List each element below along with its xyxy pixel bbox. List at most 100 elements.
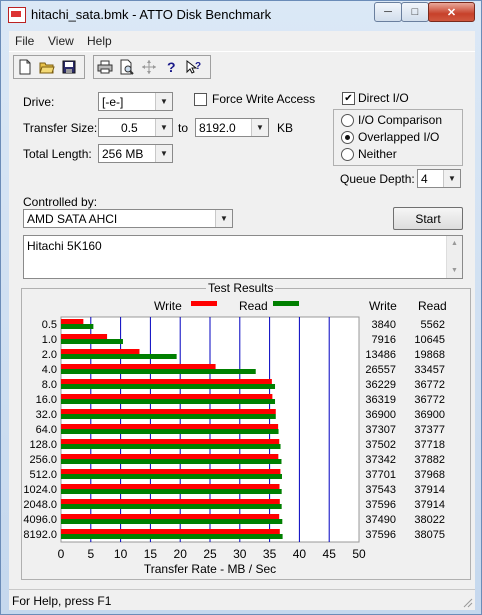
- read-bar: [61, 384, 276, 389]
- scroll-down-icon[interactable]: ▼: [447, 263, 462, 278]
- read-value: 19868: [414, 349, 445, 361]
- x-tick-label: 10: [114, 547, 128, 561]
- read-column-header: Read: [418, 299, 447, 313]
- x-tick-label: 25: [203, 547, 217, 561]
- legend-read-label: Read: [239, 299, 268, 313]
- write-bar: [61, 424, 279, 429]
- read-value: 36900: [414, 409, 445, 421]
- chevron-down-icon[interactable]: ▼: [155, 145, 172, 162]
- chevron-down-icon[interactable]: ▼: [251, 119, 268, 136]
- move-button[interactable]: [138, 56, 160, 78]
- chevron-down-icon[interactable]: ▼: [155, 119, 172, 136]
- resize-grip-icon[interactable]: [461, 596, 473, 608]
- write-value: 37701: [365, 469, 396, 481]
- to-label: to: [178, 121, 189, 135]
- read-value: 36772: [414, 379, 445, 391]
- total-length-value: 256 MB: [102, 147, 144, 161]
- io-comparison-radio[interactable]: [341, 114, 354, 127]
- transfer-size-label: Transfer Size:: [23, 121, 98, 135]
- y-tick-label: 16.0: [36, 394, 57, 406]
- read-bar: [61, 504, 282, 509]
- read-bar: [61, 429, 279, 434]
- transfer-size-from-select[interactable]: 0.5 ▼: [98, 118, 173, 137]
- direct-io-checkbox[interactable]: ✔: [342, 92, 355, 105]
- controlled-by-label: Controlled by:: [23, 195, 98, 209]
- chevron-down-icon[interactable]: ▼: [155, 93, 172, 110]
- read-bar: [61, 534, 283, 539]
- write-value: 36900: [365, 409, 396, 421]
- open-button[interactable]: [36, 56, 58, 78]
- context-help-icon: ?: [186, 59, 201, 74]
- y-tick-label: 4096.0: [23, 514, 57, 526]
- write-value: 26557: [365, 364, 396, 376]
- minimize-icon: ─: [384, 6, 392, 18]
- menu-bar: File View Help: [9, 31, 475, 51]
- minimize-button[interactable]: ─: [374, 2, 402, 22]
- menu-file[interactable]: File: [15, 34, 34, 48]
- read-value: 38022: [414, 514, 445, 526]
- force-write-checkbox[interactable]: [194, 93, 207, 106]
- window-title: hitachi_sata.bmk - ATTO Disk Benchmark: [31, 7, 272, 22]
- menu-view[interactable]: View: [48, 34, 74, 48]
- read-value: 5562: [421, 319, 445, 331]
- neither-label: Neither: [358, 147, 397, 161]
- drive-select[interactable]: [-e-] ▼: [98, 92, 173, 111]
- print-button[interactable]: [94, 56, 116, 78]
- help-button[interactable]: ?: [160, 56, 182, 78]
- y-tick-label: 2.0: [42, 349, 57, 361]
- description-textarea[interactable]: Hitachi 5K160 ▲ ▼: [23, 235, 463, 279]
- menu-help[interactable]: Help: [87, 34, 112, 48]
- title-bar[interactable]: hitachi_sata.bmk - ATTO Disk Benchmark ─…: [1, 1, 481, 31]
- start-button[interactable]: Start: [393, 207, 463, 230]
- new-button[interactable]: [14, 56, 36, 78]
- write-bar: [61, 394, 273, 399]
- write-bar: [61, 484, 280, 489]
- main-panel: Drive: [-e-] ▼ Force Write Access ✔ Dire…: [9, 80, 475, 589]
- toolbar-file-group: [13, 55, 85, 79]
- write-bar: [61, 334, 108, 339]
- drive-label: Drive:: [23, 95, 55, 109]
- scroll-up-icon[interactable]: ▲: [447, 236, 462, 251]
- queue-depth-label: Queue Depth:: [340, 172, 415, 186]
- svg-text:?: ?: [195, 61, 201, 72]
- context-help-button[interactable]: ?: [182, 56, 204, 78]
- transfer-to-value: 8192.0: [199, 121, 236, 135]
- save-button[interactable]: [58, 56, 80, 78]
- read-value: 37914: [414, 499, 445, 511]
- y-tick-label: 32.0: [36, 409, 57, 421]
- write-value: 36229: [365, 379, 396, 391]
- total-length-select[interactable]: 256 MB ▼: [98, 144, 173, 163]
- read-bar: [61, 324, 94, 329]
- x-tick-label: 5: [87, 547, 94, 561]
- read-value: 37377: [414, 424, 445, 436]
- read-bar: [61, 399, 276, 404]
- write-bar: [61, 499, 280, 504]
- maximize-icon: □: [411, 6, 419, 18]
- transfer-size-to-select[interactable]: 8192.0 ▼: [195, 118, 269, 137]
- write-value: 37543: [365, 484, 396, 496]
- open-icon: [39, 62, 55, 74]
- write-bar: [61, 409, 276, 414]
- write-value: 37490: [365, 514, 396, 526]
- neither-radio[interactable]: [341, 148, 354, 161]
- maximize-button[interactable]: □: [401, 2, 429, 22]
- y-tick-label: 128.0: [29, 439, 57, 451]
- queue-depth-select[interactable]: 4 ▼: [417, 169, 461, 188]
- read-value: 33457: [414, 364, 445, 376]
- description-scrollbar[interactable]: ▲ ▼: [446, 236, 462, 278]
- test-results-group: Test Results Write Read Write Read 0 5 10 1…: [21, 281, 471, 580]
- read-value: 36772: [414, 394, 445, 406]
- overlapped-io-label: Overlapped I/O: [358, 130, 440, 144]
- controller-select[interactable]: AMD SATA AHCI ▼: [23, 209, 233, 228]
- read-bar: [61, 474, 282, 479]
- legend-read-swatch: [273, 301, 299, 306]
- app-icon[interactable]: [8, 7, 26, 23]
- close-button[interactable]: ✕: [428, 2, 475, 22]
- read-bar: [61, 444, 281, 449]
- print-preview-button[interactable]: [116, 56, 138, 78]
- chevron-down-icon[interactable]: ▼: [443, 170, 460, 187]
- status-text: For Help, press F1: [12, 594, 112, 608]
- overlapped-io-radio[interactable]: [341, 131, 354, 144]
- read-bar: [61, 369, 256, 374]
- chevron-down-icon[interactable]: ▼: [215, 210, 232, 227]
